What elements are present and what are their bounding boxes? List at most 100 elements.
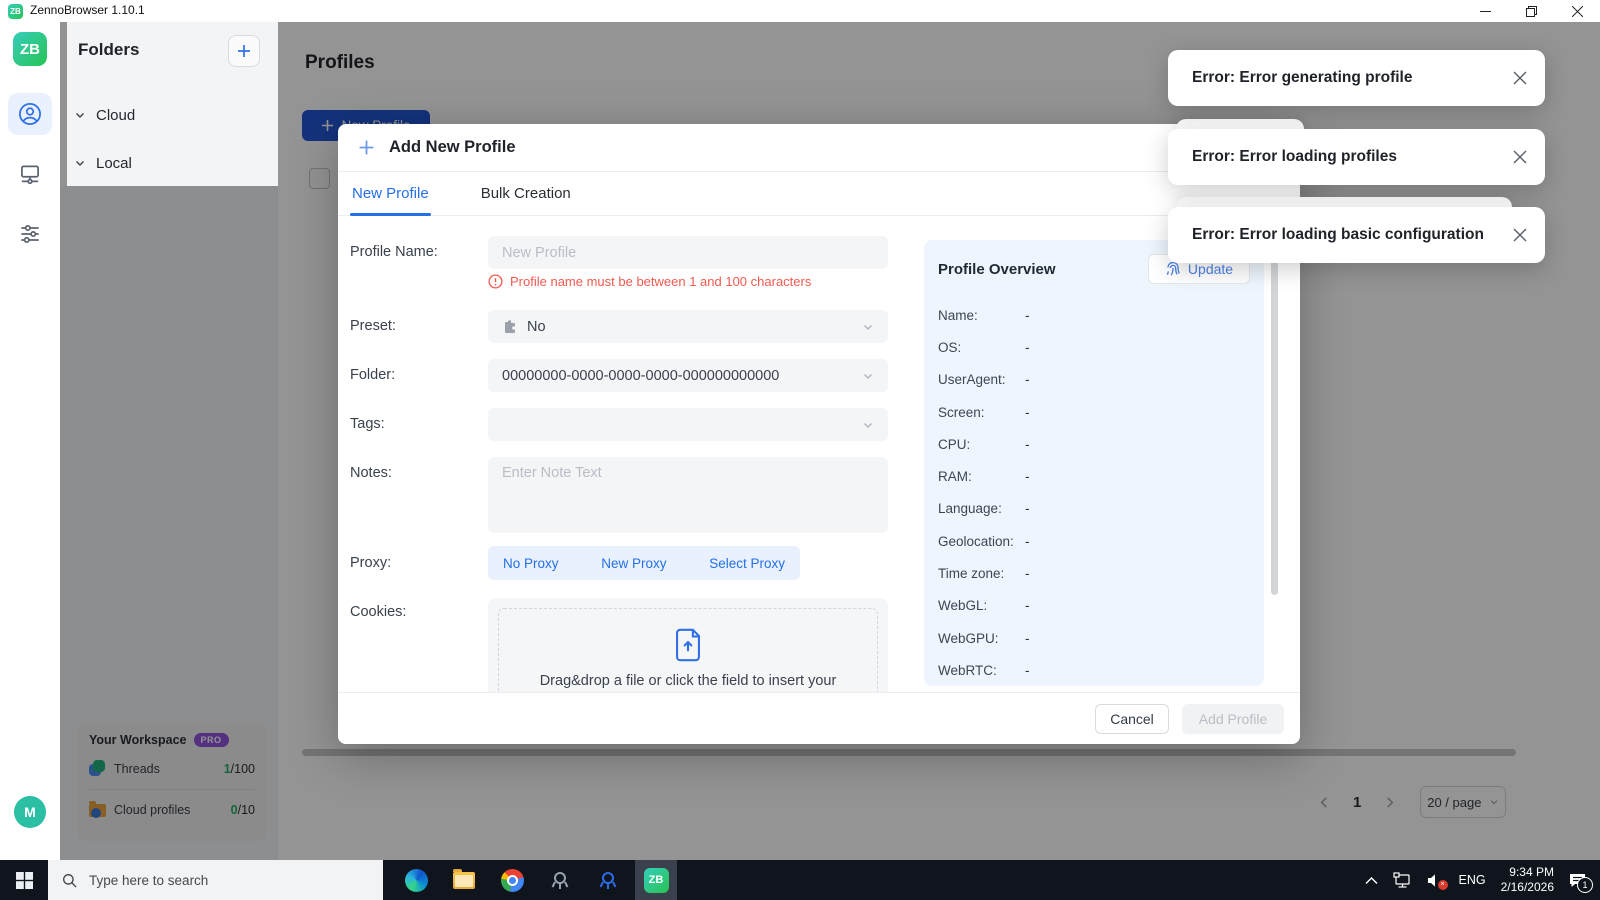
overview-value: -: [1025, 663, 1030, 678]
overview-key: WebRTC:: [938, 663, 1025, 678]
overview-value: -: [1025, 566, 1030, 581]
overview-key: Screen:: [938, 405, 1025, 420]
add-profile-button[interactable]: Add Profile: [1182, 704, 1284, 734]
close-icon: [1513, 71, 1527, 85]
puzzle-icon: [502, 319, 518, 335]
add-folder-button[interactable]: [228, 35, 260, 67]
chevron-down-icon: [74, 109, 86, 121]
overview-title: Profile Overview: [938, 261, 1056, 278]
folder-label: Local: [96, 155, 132, 172]
taskbar-clock[interactable]: 9:34 PM 2/16/2026: [1501, 865, 1554, 895]
minimize-icon: [1480, 6, 1491, 17]
chevron-down-icon: [862, 419, 874, 431]
toast-text: Error: Error loading basic configuration: [1192, 226, 1484, 244]
overview-key: RAM:: [938, 469, 1025, 484]
cancel-button[interactable]: Cancel: [1095, 704, 1169, 734]
tray-chevron-up-icon[interactable]: [1365, 876, 1378, 885]
profile-icon: [17, 101, 43, 127]
taskbar-zennobrowser[interactable]: ZB: [635, 860, 677, 900]
chevron-down-icon: [74, 157, 86, 169]
modal-scrollbar[interactable]: [1271, 250, 1278, 595]
profile-name-input[interactable]: [488, 236, 888, 269]
folder-value: 00000000-0000-0000-0000-000000000000: [502, 368, 779, 384]
profile-name-label: Profile Name:: [350, 244, 438, 260]
user-avatar[interactable]: M: [14, 796, 46, 828]
toast-close-button[interactable]: [1513, 228, 1527, 242]
network-icon[interactable]: [1393, 872, 1412, 889]
windows-taskbar: Type here to search ZB: [0, 860, 1600, 900]
tags-label: Tags:: [350, 416, 385, 432]
tags-select[interactable]: [488, 408, 888, 441]
notes-textarea[interactable]: [488, 457, 888, 533]
overview-row: WebRTC:-: [938, 654, 1250, 686]
browser-app-icon: [549, 869, 571, 891]
overview-value: -: [1025, 469, 1030, 484]
overview-row: CPU:-: [938, 428, 1250, 460]
sliders-icon: [17, 221, 43, 247]
tab-new-profile[interactable]: New Profile: [350, 185, 431, 215]
plus-icon: [236, 43, 252, 59]
folder-select[interactable]: 00000000-0000-0000-0000-000000000000: [488, 359, 888, 392]
taskbar-app-gray[interactable]: [539, 860, 581, 900]
panel-scrollbar-shade: [60, 22, 67, 186]
notes-label: Notes:: [350, 465, 392, 481]
taskbar-app-blue[interactable]: [587, 860, 629, 900]
edge-icon: [405, 869, 428, 892]
toast-error-loading-profiles: Error: Error loading profiles: [1168, 129, 1545, 185]
close-button[interactable]: [1554, 0, 1600, 22]
overview-row: Geolocation:-: [938, 525, 1250, 557]
taskbar-search[interactable]: Type here to search: [48, 860, 383, 900]
toast-error-generating-profile: Error: Error generating profile: [1168, 50, 1545, 106]
icon-rail: ZB M: [0, 22, 60, 860]
overview-key: WebGPU:: [938, 631, 1025, 646]
taskbar-edge[interactable]: [395, 860, 437, 900]
close-icon: [1513, 150, 1527, 164]
preset-select[interactable]: No: [488, 310, 888, 343]
folder-label: Folder:: [350, 367, 395, 383]
toast-error-loading-basic-configuration: Error: Error loading basic configuration: [1168, 207, 1545, 263]
overview-row: WebGL:-: [938, 590, 1250, 622]
close-icon: [1572, 6, 1583, 17]
start-button[interactable]: [0, 860, 48, 900]
proxy-option-new-proxy[interactable]: New Proxy: [601, 556, 666, 571]
plus-icon: [358, 139, 375, 156]
action-center[interactable]: 1: [1569, 873, 1586, 888]
app-logo-icon: ZB: [8, 4, 23, 19]
title-bar: ZB ZennoBrowser 1.10.1: [0, 0, 1600, 22]
overview-value: -: [1025, 437, 1030, 452]
proxy-network-icon: [17, 161, 43, 187]
taskbar-explorer[interactable]: [443, 860, 485, 900]
proxy-option-select-proxy[interactable]: Select Proxy: [709, 556, 785, 571]
nav-profiles[interactable]: [8, 93, 52, 135]
minimize-button[interactable]: [1462, 0, 1508, 22]
folder-label: Cloud: [96, 107, 135, 124]
search-icon: [62, 873, 77, 888]
file-upload-icon: [673, 628, 703, 662]
profile-name-error: Profile name must be between 1 and 100 c…: [488, 274, 811, 289]
overview-row: Time zone:-: [938, 557, 1250, 589]
brand-logo[interactable]: ZB: [13, 32, 47, 66]
taskbar-chrome[interactable]: [491, 860, 533, 900]
volume-muted[interactable]: ×: [1427, 873, 1444, 888]
modal-footer: Cancel Add Profile: [338, 692, 1300, 744]
overview-key: WebGL:: [938, 598, 1025, 613]
folder-item-local[interactable]: Local: [74, 149, 264, 177]
proxy-option-no-proxy[interactable]: No Proxy: [503, 556, 559, 571]
restore-icon: [1526, 6, 1537, 17]
profile-overview-panel: Profile Overview Update Name:- OS:- User…: [924, 240, 1264, 686]
mute-badge: ×: [1438, 880, 1448, 890]
folders-title: Folders: [78, 40, 139, 60]
overview-row: Language:-: [938, 493, 1250, 525]
toast-close-button[interactable]: [1513, 71, 1527, 85]
tab-bulk-creation[interactable]: Bulk Creation: [479, 185, 573, 215]
update-button-label: Update: [1188, 261, 1233, 277]
toast-close-button[interactable]: [1513, 150, 1527, 164]
overview-row: WebGPU:-: [938, 622, 1250, 654]
overview-value: -: [1025, 534, 1030, 549]
language-indicator[interactable]: ENG: [1459, 873, 1486, 887]
chevron-down-icon: [862, 370, 874, 382]
nav-proxies[interactable]: [8, 153, 52, 195]
restore-button[interactable]: [1508, 0, 1554, 22]
folder-item-cloud[interactable]: Cloud: [74, 101, 264, 129]
nav-settings[interactable]: [8, 213, 52, 255]
